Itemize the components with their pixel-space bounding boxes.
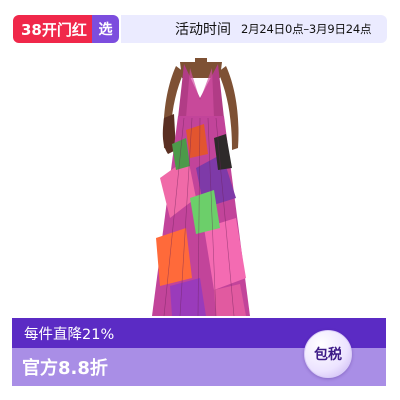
product-image[interactable] <box>0 58 400 318</box>
activity-time-label: 活动时间 <box>175 22 231 38</box>
activity-time-range: 2月24日0点–3月9日24点 <box>241 22 372 36</box>
tax-included-badge: 包税 <box>304 330 352 378</box>
official-discount-text: 官方8.8折 <box>22 358 108 379</box>
select-badge: 选 <box>92 15 119 43</box>
sale-badge-38: 38开门红 <box>13 15 95 43</box>
promo-header: 38开门红 选 活动时间 2月24日0点–3月9日24点 <box>0 0 400 58</box>
activity-time-bar: 活动时间 2月24日0点–3月9日24点 <box>121 15 387 43</box>
discount-text: 每件直降21% <box>24 326 115 343</box>
tax-included-label: 包税 <box>314 347 342 363</box>
model-in-floral-maxi-dress <box>152 58 250 317</box>
